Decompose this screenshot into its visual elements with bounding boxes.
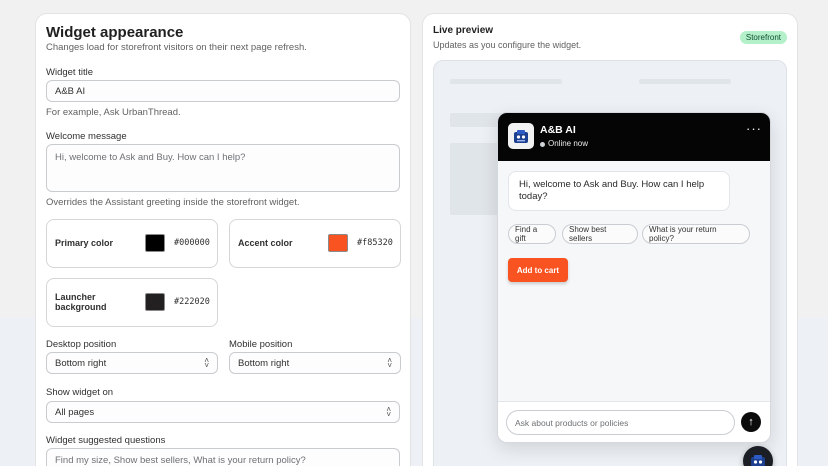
bot-avatar-icon (508, 123, 534, 149)
launcher-background-label-line1: Launcher (55, 292, 96, 302)
preview-subtitle: Updates as you configure the widget. (433, 40, 582, 50)
welcome-message-help: Overrides the Assistant greeting inside … (46, 197, 300, 208)
accent-color-hex: #f85320 (357, 238, 393, 248)
chat-launcher-button[interactable] (743, 446, 773, 466)
desktop-position-select[interactable]: Bottom right ˄ ˅ (46, 352, 218, 374)
bot-avatar-icon (751, 455, 765, 466)
primary-color-picker[interactable]: Primary color #000000 (46, 219, 218, 268)
add-to-cart-button[interactable]: Add to cart (508, 258, 568, 282)
storefront-badge: Storefront (739, 31, 787, 44)
more-options-icon[interactable]: ··· (746, 121, 762, 136)
accent-color-picker[interactable]: Accent color #f85320 (229, 219, 401, 268)
greeting-message-bubble: Hi, welcome to Ask and Buy. How can I he… (508, 171, 730, 211)
chevron-up-down-icon: ˄ ˅ (204, 356, 209, 370)
chevron-up-down-icon: ˄ ˅ (387, 356, 392, 370)
placeholder-bar (639, 79, 731, 84)
accent-color-swatch[interactable] (328, 234, 348, 252)
suggested-questions-label: Widget suggested questions (46, 435, 166, 446)
desktop-position-label: Desktop position (46, 339, 117, 350)
chat-widget-header: A&B AI Online now ··· (498, 113, 770, 161)
mobile-position-select[interactable]: Bottom right ˄ ˅ (229, 352, 401, 374)
show-widget-on-label: Show widget on (46, 387, 114, 398)
primary-color-label: Primary color (55, 238, 114, 248)
desktop-position-value: Bottom right (55, 357, 107, 369)
primary-color-hex: #000000 (174, 238, 210, 248)
welcome-message-label: Welcome message (46, 131, 127, 142)
placeholder-bar (450, 79, 562, 84)
primary-color-swatch[interactable] (145, 234, 165, 252)
suggestion-chip-return-policy[interactable]: What is your return policy? (642, 224, 750, 244)
section-subtitle: Changes load for storefront visitors on … (46, 42, 307, 53)
preview-title: Live preview (433, 25, 494, 36)
online-status-text: Online now (548, 139, 589, 148)
arrow-up-icon[interactable]: ↑ (741, 412, 761, 432)
chat-message-input[interactable]: Ask about products or policies (506, 410, 735, 435)
show-widget-on-select[interactable]: All pages ˄ ˅ (46, 401, 400, 423)
chat-input-bar: Ask about products or policies ↑ (498, 401, 770, 442)
mobile-position-value: Bottom right (238, 357, 290, 369)
mobile-position-label: Mobile position (229, 339, 293, 350)
chevron-up-down-icon: ˄ ˅ (386, 405, 391, 419)
suggestion-chip-find-gift[interactable]: Find a gift (508, 224, 556, 244)
widget-appearance-card: Widget appearance Changes load for store… (35, 13, 411, 466)
chat-widget-preview: A&B AI Online now ··· Hi, welcome to Ask… (497, 112, 771, 443)
chat-widget-title: A&B AI (540, 124, 576, 136)
launcher-background-label-line2: background (55, 302, 107, 312)
widget-title-input[interactable]: A&B AI (46, 80, 400, 102)
show-widget-on-value: All pages (55, 406, 95, 418)
launcher-background-color-picker[interactable]: Launcher background #222020 (46, 278, 218, 327)
widget-title-help: For example, Ask UrbanThread. (46, 107, 181, 118)
welcome-message-textarea[interactable]: Hi, welcome to Ask and Buy. How can I he… (46, 144, 400, 192)
launcher-background-swatch[interactable] (145, 293, 165, 311)
suggested-questions-input[interactable]: Find my size, Show best sellers, What is… (46, 448, 400, 466)
launcher-background-hex: #222020 (174, 297, 210, 307)
online-status-dot (540, 142, 545, 147)
suggestion-chip-best-sellers[interactable]: Show best sellers (562, 224, 638, 244)
accent-color-label: Accent color (238, 238, 293, 248)
widget-title-label: Widget title (46, 67, 93, 78)
section-title: Widget appearance (46, 24, 184, 41)
